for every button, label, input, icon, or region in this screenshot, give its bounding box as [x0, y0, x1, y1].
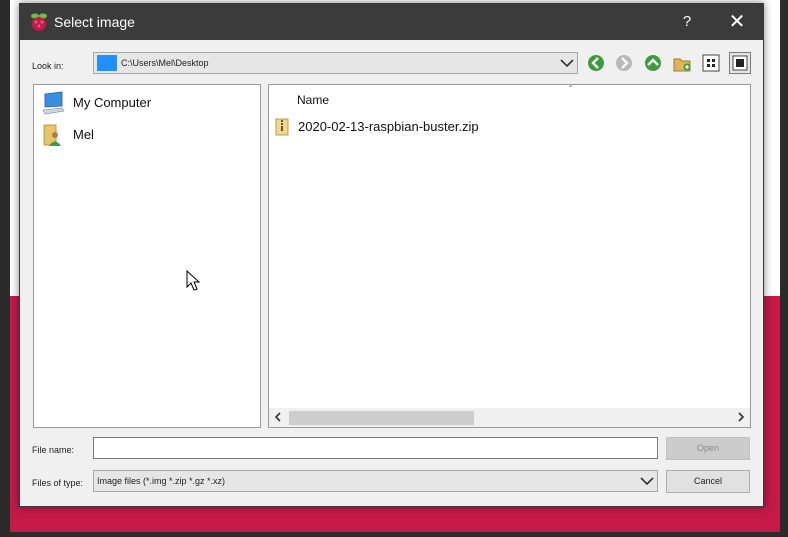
- new-folder-icon: [673, 58, 691, 72]
- files-of-type-label: Files of type:: [32, 478, 84, 488]
- folder-icon: [97, 55, 117, 71]
- scroll-right-icon[interactable]: [736, 412, 746, 422]
- places-sidebar: My Computer Mel: [33, 84, 261, 428]
- sort-caret-icon: ˆ: [569, 85, 573, 96]
- window-title: Select image: [54, 14, 135, 30]
- parent-folder-icon: [645, 55, 661, 71]
- file-name-text: 2020-02-13-raspbian-buster.zip: [298, 119, 479, 134]
- horizontal-scrollbar[interactable]: [269, 408, 750, 427]
- file-list[interactable]: Name ˆ 2020-02-13-raspbian-buster.zip: [268, 84, 751, 428]
- back-button[interactable]: [585, 52, 607, 74]
- sidebar-item-label: My Computer: [73, 95, 152, 110]
- files-of-type-combo[interactable]: Image files (*.img *.zip *.gz *.xz): [93, 470, 658, 492]
- sidebar-item-my-computer[interactable]: My Computer: [40, 90, 250, 116]
- forward-icon: [616, 55, 632, 71]
- list-view-icon: [702, 54, 720, 72]
- mouse-cursor-icon: [186, 270, 201, 291]
- zip-file-icon: [275, 118, 289, 136]
- help-button[interactable]: ?: [676, 10, 698, 34]
- chevron-down-icon: [560, 59, 574, 68]
- look-in-path: C:\Users\Mel\Desktop: [121, 58, 209, 68]
- open-button[interactable]: Open: [666, 437, 750, 460]
- title-bar[interactable]: Select image ? ✕: [20, 4, 763, 40]
- close-button[interactable]: ✕: [724, 10, 750, 34]
- file-name-label: File name:: [32, 445, 75, 455]
- new-folder-button[interactable]: [671, 52, 693, 74]
- raspberry-icon: [31, 13, 47, 31]
- file-name-field[interactable]: [93, 437, 658, 459]
- list-view-button[interactable]: [700, 52, 722, 74]
- forward-button[interactable]: [613, 52, 635, 74]
- detail-view-button[interactable]: [729, 52, 751, 74]
- files-of-type-value: Image files (*.img *.zip *.gz *.xz): [97, 476, 226, 486]
- scroll-left-icon[interactable]: [273, 412, 283, 422]
- look-in-combo[interactable]: C:\Users\Mel\Desktop: [93, 52, 578, 74]
- chevron-down-icon: [640, 477, 654, 486]
- parent-folder-button[interactable]: [642, 52, 664, 74]
- look-in-label: Look in:: [32, 61, 64, 71]
- detail-view-icon: [732, 55, 748, 71]
- computer-icon: [42, 91, 65, 115]
- scrollbar-thumb[interactable]: [289, 411, 474, 425]
- column-header-name[interactable]: Name: [297, 93, 329, 107]
- select-image-dialog: Select image ? ✕ Look in: C:\Users\Mel\D…: [19, 3, 764, 507]
- user-folder-icon: [43, 124, 61, 146]
- cancel-button[interactable]: Cancel: [666, 470, 750, 493]
- back-icon: [588, 55, 604, 71]
- sidebar-item-mel[interactable]: Mel: [40, 122, 250, 148]
- file-row[interactable]: 2020-02-13-raspbian-buster.zip: [275, 116, 735, 138]
- sidebar-item-label: Mel: [73, 127, 94, 142]
